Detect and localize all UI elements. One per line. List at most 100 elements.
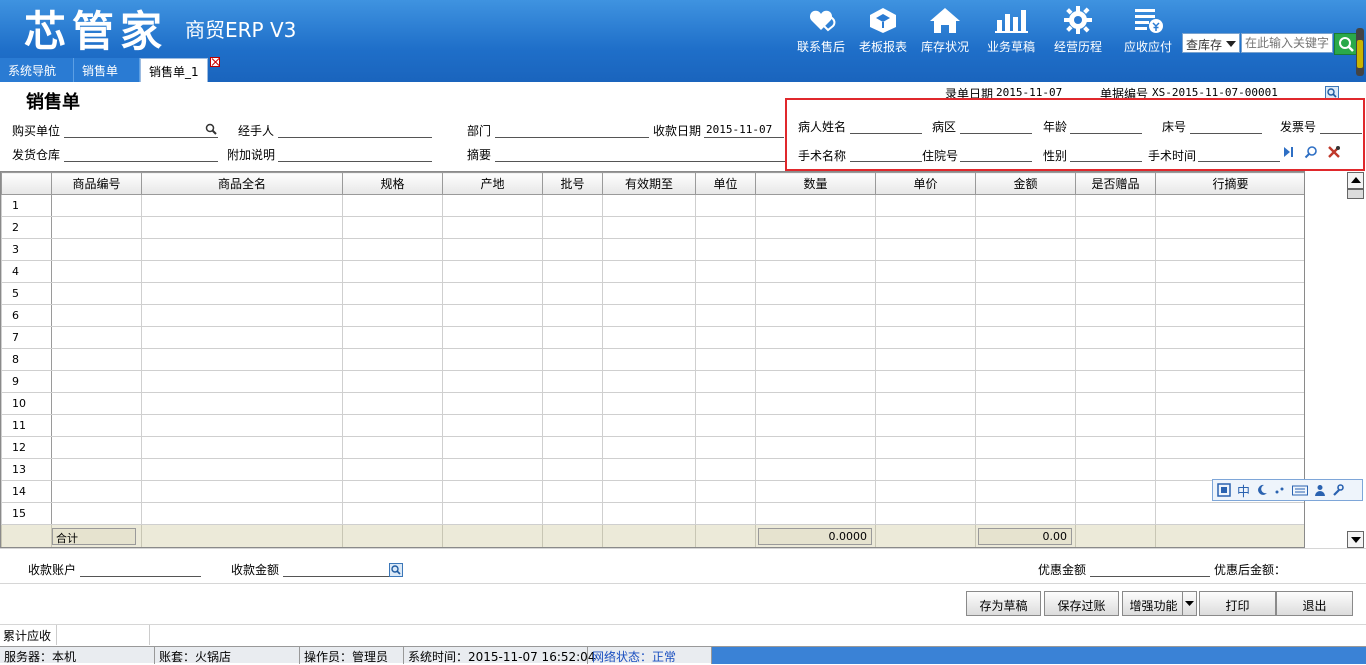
grid-cell[interactable] — [602, 458, 696, 481]
grid-cell[interactable] — [542, 370, 603, 393]
grid-cell[interactable] — [542, 458, 603, 481]
tab-sales-order[interactable]: 销售单 — [74, 58, 140, 82]
col-header[interactable]: 单位 — [695, 172, 756, 195]
grid-cell[interactable] — [1075, 414, 1156, 437]
handler-field[interactable] — [278, 122, 432, 138]
grid-cell[interactable] — [442, 238, 543, 261]
grid-cell[interactable] — [51, 392, 142, 415]
grid-cell[interactable] — [875, 480, 976, 503]
grid-cell[interactable] — [342, 216, 443, 239]
grid-cell[interactable] — [342, 480, 443, 503]
grid-cell[interactable] — [602, 436, 696, 459]
grid-cell[interactable] — [342, 282, 443, 305]
grid-cell[interactable] — [602, 282, 696, 305]
grid-cell[interactable] — [542, 326, 603, 349]
grid-cell[interactable] — [602, 326, 696, 349]
grid-cell[interactable] — [442, 304, 543, 327]
grid-cell[interactable] — [602, 238, 696, 261]
grid-cell[interactable] — [975, 414, 1076, 437]
moon-icon[interactable] — [1256, 484, 1268, 496]
grid-cell[interactable] — [141, 216, 343, 239]
grid-cell[interactable] — [542, 480, 603, 503]
buyer-field[interactable] — [64, 122, 218, 138]
grid-cell[interactable] — [975, 304, 1076, 327]
col-header[interactable]: 金额 — [975, 172, 1076, 195]
table-row[interactable]: 2 — [1, 216, 1304, 239]
grid-cell[interactable] — [342, 370, 443, 393]
grid-cell[interactable] — [51, 502, 142, 525]
grid-cell[interactable] — [1155, 392, 1304, 415]
grid-cell[interactable] — [1155, 326, 1304, 349]
grid-cell[interactable] — [1155, 370, 1304, 393]
grid-cell[interactable] — [695, 480, 756, 503]
grid-cell[interactable] — [1155, 414, 1304, 437]
grid-cell[interactable] — [695, 502, 756, 525]
grid-cell[interactable] — [1075, 194, 1156, 217]
grid-cell[interactable] — [141, 194, 343, 217]
grid-cell[interactable] — [1075, 238, 1156, 261]
grid-cell[interactable] — [542, 304, 603, 327]
grid-cell[interactable] — [755, 194, 876, 217]
grid-cell[interactable] — [602, 392, 696, 415]
grid-cell[interactable] — [695, 304, 756, 327]
grid-cell[interactable] — [342, 502, 443, 525]
close-tab-icon[interactable] — [210, 57, 220, 67]
skip-next-icon[interactable] — [1281, 145, 1295, 159]
col-header[interactable]: 商品编号 — [51, 172, 142, 195]
grid-cell[interactable] — [442, 370, 543, 393]
grid-cell[interactable] — [975, 238, 1076, 261]
grid-cell[interactable] — [602, 502, 696, 525]
grid-cell[interactable] — [542, 194, 603, 217]
grid-cell[interactable] — [442, 194, 543, 217]
grid-cell[interactable] — [1075, 326, 1156, 349]
grid-cell[interactable] — [975, 502, 1076, 525]
table-row[interactable]: 13 — [1, 458, 1304, 481]
grid-cell[interactable] — [51, 260, 142, 283]
patient-name-field[interactable] — [850, 118, 922, 134]
exit-button[interactable]: 退出 — [1276, 591, 1353, 616]
table-row[interactable]: 5 — [1, 282, 1304, 305]
ward-field[interactable] — [960, 118, 1032, 134]
amount-field[interactable] — [283, 561, 389, 577]
table-row[interactable]: 4 — [1, 260, 1304, 283]
scroll-down-button[interactable] — [1347, 531, 1364, 548]
grid-cell[interactable] — [342, 326, 443, 349]
grid-cell[interactable] — [51, 216, 142, 239]
col-header[interactable]: 单价 — [875, 172, 976, 195]
grid-cell[interactable] — [1155, 458, 1304, 481]
grid-cell[interactable] — [755, 326, 876, 349]
grid-cell[interactable] — [342, 414, 443, 437]
grid-cell[interactable] — [875, 414, 976, 437]
grid-cell[interactable] — [975, 436, 1076, 459]
grid-cell[interactable] — [1075, 282, 1156, 305]
grid-cell[interactable] — [1155, 502, 1304, 525]
grid-cell[interactable] — [51, 194, 142, 217]
grid-cell[interactable] — [442, 502, 543, 525]
surgery-name-field[interactable] — [850, 146, 922, 162]
nav-boss-report[interactable]: 老板报表 — [852, 4, 914, 60]
table-row[interactable]: 14 — [1, 480, 1304, 503]
grid-cell[interactable] — [141, 348, 343, 371]
account-field[interactable] — [80, 561, 201, 577]
table-row[interactable]: 7 — [1, 326, 1304, 349]
grid-cell[interactable] — [875, 370, 976, 393]
grid-cell[interactable] — [141, 282, 343, 305]
table-row[interactable]: 11 — [1, 414, 1304, 437]
grid-cell[interactable] — [442, 326, 543, 349]
grid-cell[interactable] — [875, 238, 976, 261]
table-row[interactable]: 12 — [1, 436, 1304, 459]
grid-cell[interactable] — [1155, 260, 1304, 283]
grid-cell[interactable] — [542, 260, 603, 283]
grid-cell[interactable] — [51, 370, 142, 393]
grid-cell[interactable] — [342, 238, 443, 261]
tab-sales-order-1[interactable]: 销售单_1 — [140, 58, 208, 82]
grid-cell[interactable] — [442, 458, 543, 481]
grid-cell[interactable] — [542, 216, 603, 239]
grid-cell[interactable] — [875, 194, 976, 217]
grid-cell[interactable] — [1075, 370, 1156, 393]
table-row[interactable]: 10 — [1, 392, 1304, 415]
grid-cell[interactable] — [875, 502, 976, 525]
grid-cell[interactable] — [442, 282, 543, 305]
grid-cell[interactable] — [542, 348, 603, 371]
grid-cell[interactable] — [542, 436, 603, 459]
